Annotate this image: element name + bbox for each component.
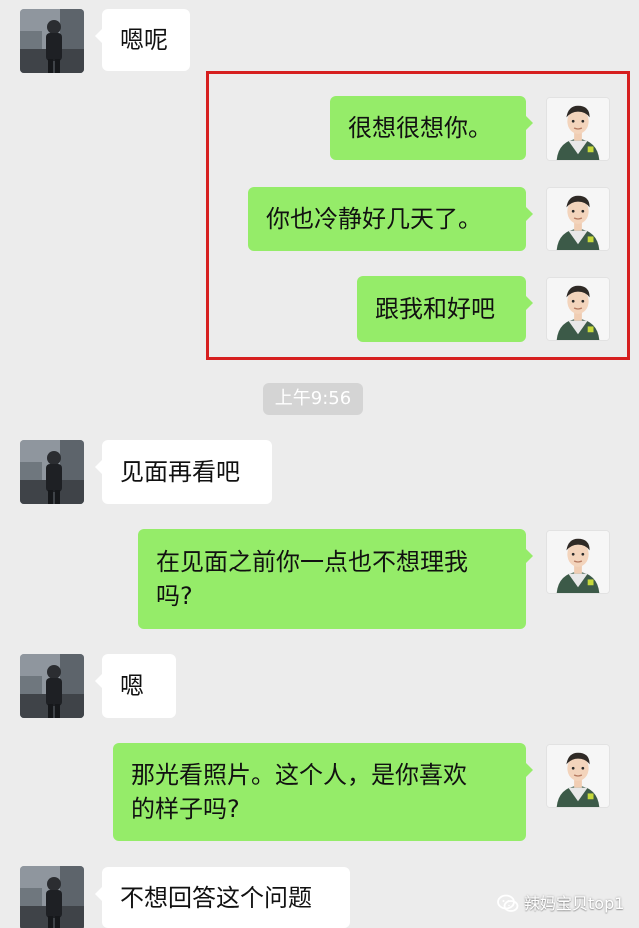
message-bubble[interactable]: 在见面之前你一点也不想理我 吗? — [138, 529, 533, 629]
message-bubble[interactable]: 跟我和好吧 — [357, 276, 533, 342]
self-avatar-image — [547, 188, 609, 250]
self-avatar-image — [547, 531, 609, 593]
chat-window: 嗯呢 很想很想你。 你也冷静好几天了。 跟我和好吧 上午9:56 见面再看吧 在… — [0, 0, 639, 928]
self-avatar[interactable] — [546, 530, 610, 594]
contact-avatar[interactable] — [20, 866, 84, 928]
message-bubble[interactable]: 你也冷静好几天了。 — [248, 187, 533, 251]
self-avatar[interactable] — [546, 97, 610, 161]
watermark: 辣妈宝贝top1 — [496, 892, 626, 916]
message-bubble[interactable]: 嗯 — [95, 654, 176, 718]
timestamp-separator: 上午9:56 — [263, 383, 363, 415]
message-bubble[interactable]: 不想回答这个问题 — [95, 867, 350, 928]
message-bubble[interactable]: 嗯呢 — [95, 9, 190, 71]
self-avatar[interactable] — [546, 277, 610, 341]
contact-avatar[interactable] — [20, 440, 84, 504]
message-bubble[interactable]: 见面再看吧 — [95, 440, 272, 504]
self-avatar[interactable] — [546, 744, 610, 808]
self-avatar-image — [547, 278, 609, 340]
watermark-text: 辣妈宝贝top1 — [524, 894, 625, 913]
self-avatar-image — [547, 98, 609, 160]
self-avatar[interactable] — [546, 187, 610, 251]
self-avatar-image — [547, 745, 609, 807]
message-bubble[interactable]: 那光看照片。这个人，是你喜欢 的样子吗? — [113, 743, 533, 841]
contact-avatar-image — [20, 9, 84, 73]
contact-avatar-image — [20, 654, 84, 718]
contact-avatar[interactable] — [20, 654, 84, 718]
contact-avatar-image — [20, 866, 84, 928]
wechat-icon — [496, 892, 520, 916]
contact-avatar-image — [20, 440, 84, 504]
message-bubble[interactable]: 很想很想你。 — [330, 96, 533, 160]
contact-avatar[interactable] — [20, 9, 84, 73]
